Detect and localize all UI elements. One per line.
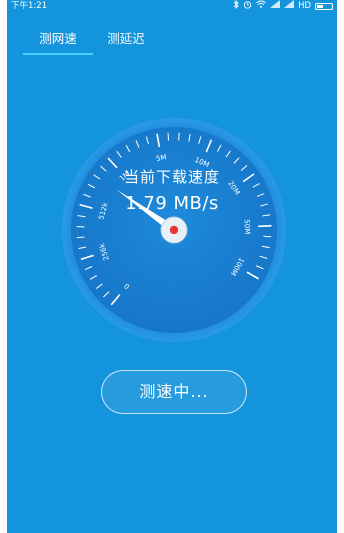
gauge-tick-label: 50M bbox=[243, 219, 252, 234]
active-tab-indicator bbox=[23, 53, 93, 55]
tab-bar: 测网速 测延迟 bbox=[7, 28, 337, 58]
gauge-title: 当前下载速度 bbox=[123, 168, 220, 186]
signal-icon bbox=[284, 0, 295, 13]
tab-speed-test[interactable]: 测网速 bbox=[23, 28, 93, 54]
network-label: HD bbox=[298, 1, 311, 11]
gauge-minor-tick bbox=[76, 236, 85, 239]
signal-icon bbox=[270, 0, 281, 13]
speed-test-button[interactable]: 测速中... bbox=[101, 370, 247, 414]
status-time: 下午1:21 bbox=[11, 1, 48, 11]
alarm-icon bbox=[243, 0, 252, 14]
status-bar: 下午1:21 HD bbox=[7, 0, 337, 13]
speed-test-screen: 下午1:21 HD 测网速 测延迟 0 256k 512k 1M 5M 10M … bbox=[7, 0, 337, 533]
needle-center-dot bbox=[169, 225, 179, 235]
wifi-icon bbox=[256, 0, 266, 13]
status-icons: HD bbox=[233, 0, 333, 13]
battery-icon bbox=[315, 3, 333, 10]
current-speed-value: 1.79 MB/s bbox=[125, 193, 219, 214]
gauge-dial: 0256k512k1M5M 10M20M50M100M bbox=[62, 118, 286, 342]
tab-latency-test[interactable]: 测延迟 bbox=[99, 28, 153, 54]
bluetooth-icon bbox=[233, 0, 239, 14]
gauge-major-tick bbox=[258, 224, 272, 228]
speed-gauge: 0 256k 512k 1M 5M 10M 20M 50M 100M bbox=[7, 110, 337, 350]
